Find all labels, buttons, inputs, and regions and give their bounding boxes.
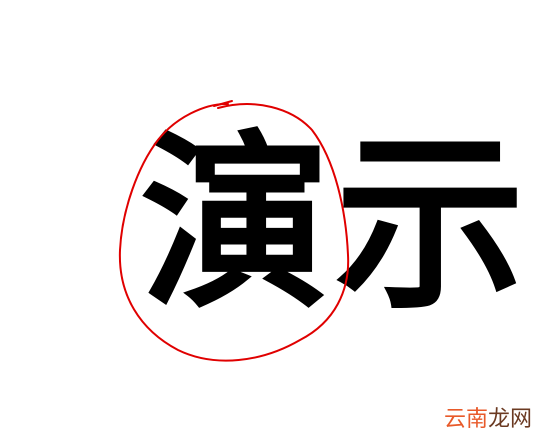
highlight-overlay [118,100,350,362]
watermark-part2: 龙网 [487,407,532,432]
watermark-part1: 云南 [443,407,488,432]
site-watermark: 云南龙网 [444,401,532,433]
red-circle-annotation [118,102,350,362]
drawing-canvas: 演 示 云南龙网 [0,0,540,441]
